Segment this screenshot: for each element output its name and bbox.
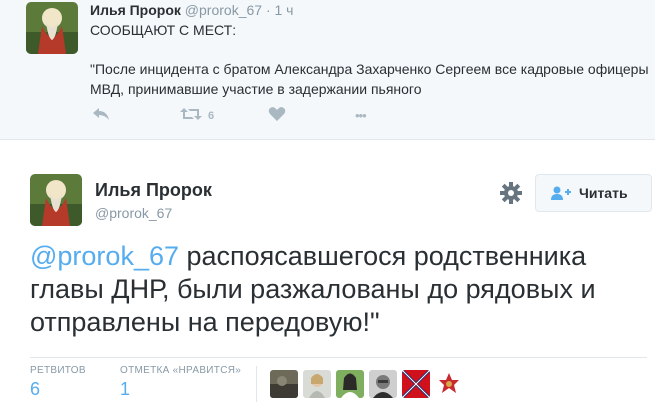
add-user-icon — [551, 186, 571, 200]
parent-timestamp[interactable]: · 1 ч — [266, 2, 294, 18]
parent-tweet[interactable]: Илья Пророк @prorok_67 · 1 ч СООБЩАЮТ С … — [0, 0, 655, 140]
engager-avatar[interactable] — [303, 370, 331, 398]
likes-label: ОТМЕТКА «НРАВИТСЯ» — [120, 365, 242, 376]
parent-header: Илья Пророк @prorok_67 · 1 ч — [90, 2, 293, 18]
follow-button[interactable]: Читать — [535, 174, 652, 212]
engager-avatar[interactable] — [270, 370, 298, 398]
retweets-stat[interactable]: РЕТВИТОВ 6 — [30, 365, 86, 400]
author-handle[interactable]: @prorok_67 — [95, 205, 172, 221]
engager-avatar[interactable] — [402, 370, 430, 398]
stats-vertical-divider — [256, 366, 257, 402]
follow-button-label: Читать — [579, 185, 628, 201]
reply-icon[interactable] — [92, 106, 110, 127]
more-icon[interactable]: ••• — [355, 106, 367, 126]
likes-value: 1 — [120, 379, 131, 399]
engager-avatar[interactable] — [336, 370, 364, 398]
parent-author-handle[interactable]: @prorok_67 — [185, 2, 262, 18]
stats-divider — [30, 357, 647, 358]
gear-icon[interactable] — [498, 180, 524, 206]
like-icon[interactable] — [268, 106, 286, 127]
parent-text-line: СООБЩАЮТ С МЕСТ: — [90, 22, 237, 38]
retweets-value: 6 — [30, 379, 41, 399]
mention-link[interactable]: @prorok_67 — [30, 241, 179, 271]
tweet-text: @prorok_67 распоясавшегося родственника … — [30, 240, 650, 339]
parent-actions: 6 ••• — [90, 106, 390, 126]
author-name[interactable]: Илья Пророк — [95, 180, 212, 201]
engager-avatar[interactable] — [435, 370, 463, 398]
retweet-icon[interactable] — [180, 106, 202, 127]
parent-quote-text: "После инцидента с братом Александра Зах… — [90, 61, 649, 97]
retweet-count: 6 — [208, 110, 215, 122]
parent-author-name[interactable]: Илья Пророк — [90, 2, 181, 18]
author-avatar[interactable] — [30, 174, 82, 226]
parent-avatar[interactable] — [26, 2, 78, 54]
retweets-label: РЕТВИТОВ — [30, 365, 86, 376]
likes-stat[interactable]: ОТМЕТКА «НРАВИТСЯ» 1 — [120, 365, 241, 400]
engager-avatar[interactable] — [369, 370, 397, 398]
